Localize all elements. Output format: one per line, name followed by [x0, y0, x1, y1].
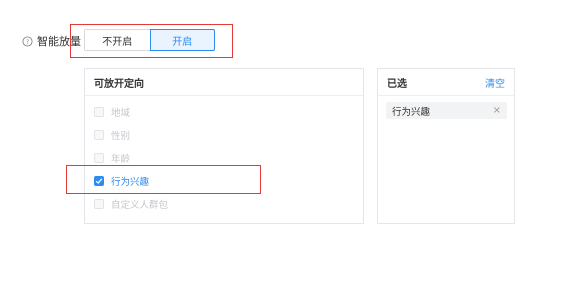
svg-text:?: ? — [26, 37, 29, 45]
option-age: 年龄 — [94, 151, 130, 165]
question-circle-icon[interactable]: ? — [22, 35, 33, 47]
checkmark-icon — [95, 178, 103, 184]
selected-tag: 行为兴趣 × — [386, 102, 507, 119]
selected-panel: 已选 清空 行为兴趣 × — [377, 68, 515, 224]
clear-button[interactable]: 清空 — [485, 75, 505, 90]
toggle-option-off[interactable]: 不开启 — [85, 30, 150, 50]
toggle-option-on[interactable]: 开启 — [149, 29, 215, 51]
smart-expansion-label: 智能放量 — [37, 34, 81, 48]
expandable-targeting-panel: 可放开定向 地域 性别 年龄 行为兴趣 自定义人群包 — [84, 68, 364, 224]
option-behavior-interest[interactable]: 行为兴趣 — [94, 174, 149, 188]
smart-expansion-label-row: ? 智能放量 — [22, 34, 81, 48]
option-label: 年龄 — [111, 154, 131, 165]
close-icon[interactable]: × — [493, 105, 501, 116]
option-label: 自定义人群包 — [111, 200, 169, 211]
option-label: 行为兴趣 — [111, 177, 150, 188]
option-custom-audience: 自定义人群包 — [94, 197, 168, 211]
checkbox — [94, 199, 104, 209]
panel-header: 已选 清空 — [378, 69, 514, 96]
option-label: 地域 — [111, 108, 131, 119]
smart-expansion-toggle: 不开启 开启 — [84, 29, 215, 51]
panel-title: 已选 — [387, 78, 407, 90]
option-label: 性别 — [111, 131, 131, 142]
panel-header: 可放开定向 — [85, 69, 363, 96]
checkbox — [94, 130, 104, 140]
checkbox-checked[interactable] — [94, 176, 104, 186]
option-gender: 性别 — [94, 128, 130, 142]
tag-label: 行为兴趣 — [392, 106, 431, 118]
checkbox — [94, 153, 104, 163]
panel-title: 可放开定向 — [94, 78, 144, 90]
option-region: 地域 — [94, 105, 130, 119]
checkbox — [94, 107, 104, 117]
